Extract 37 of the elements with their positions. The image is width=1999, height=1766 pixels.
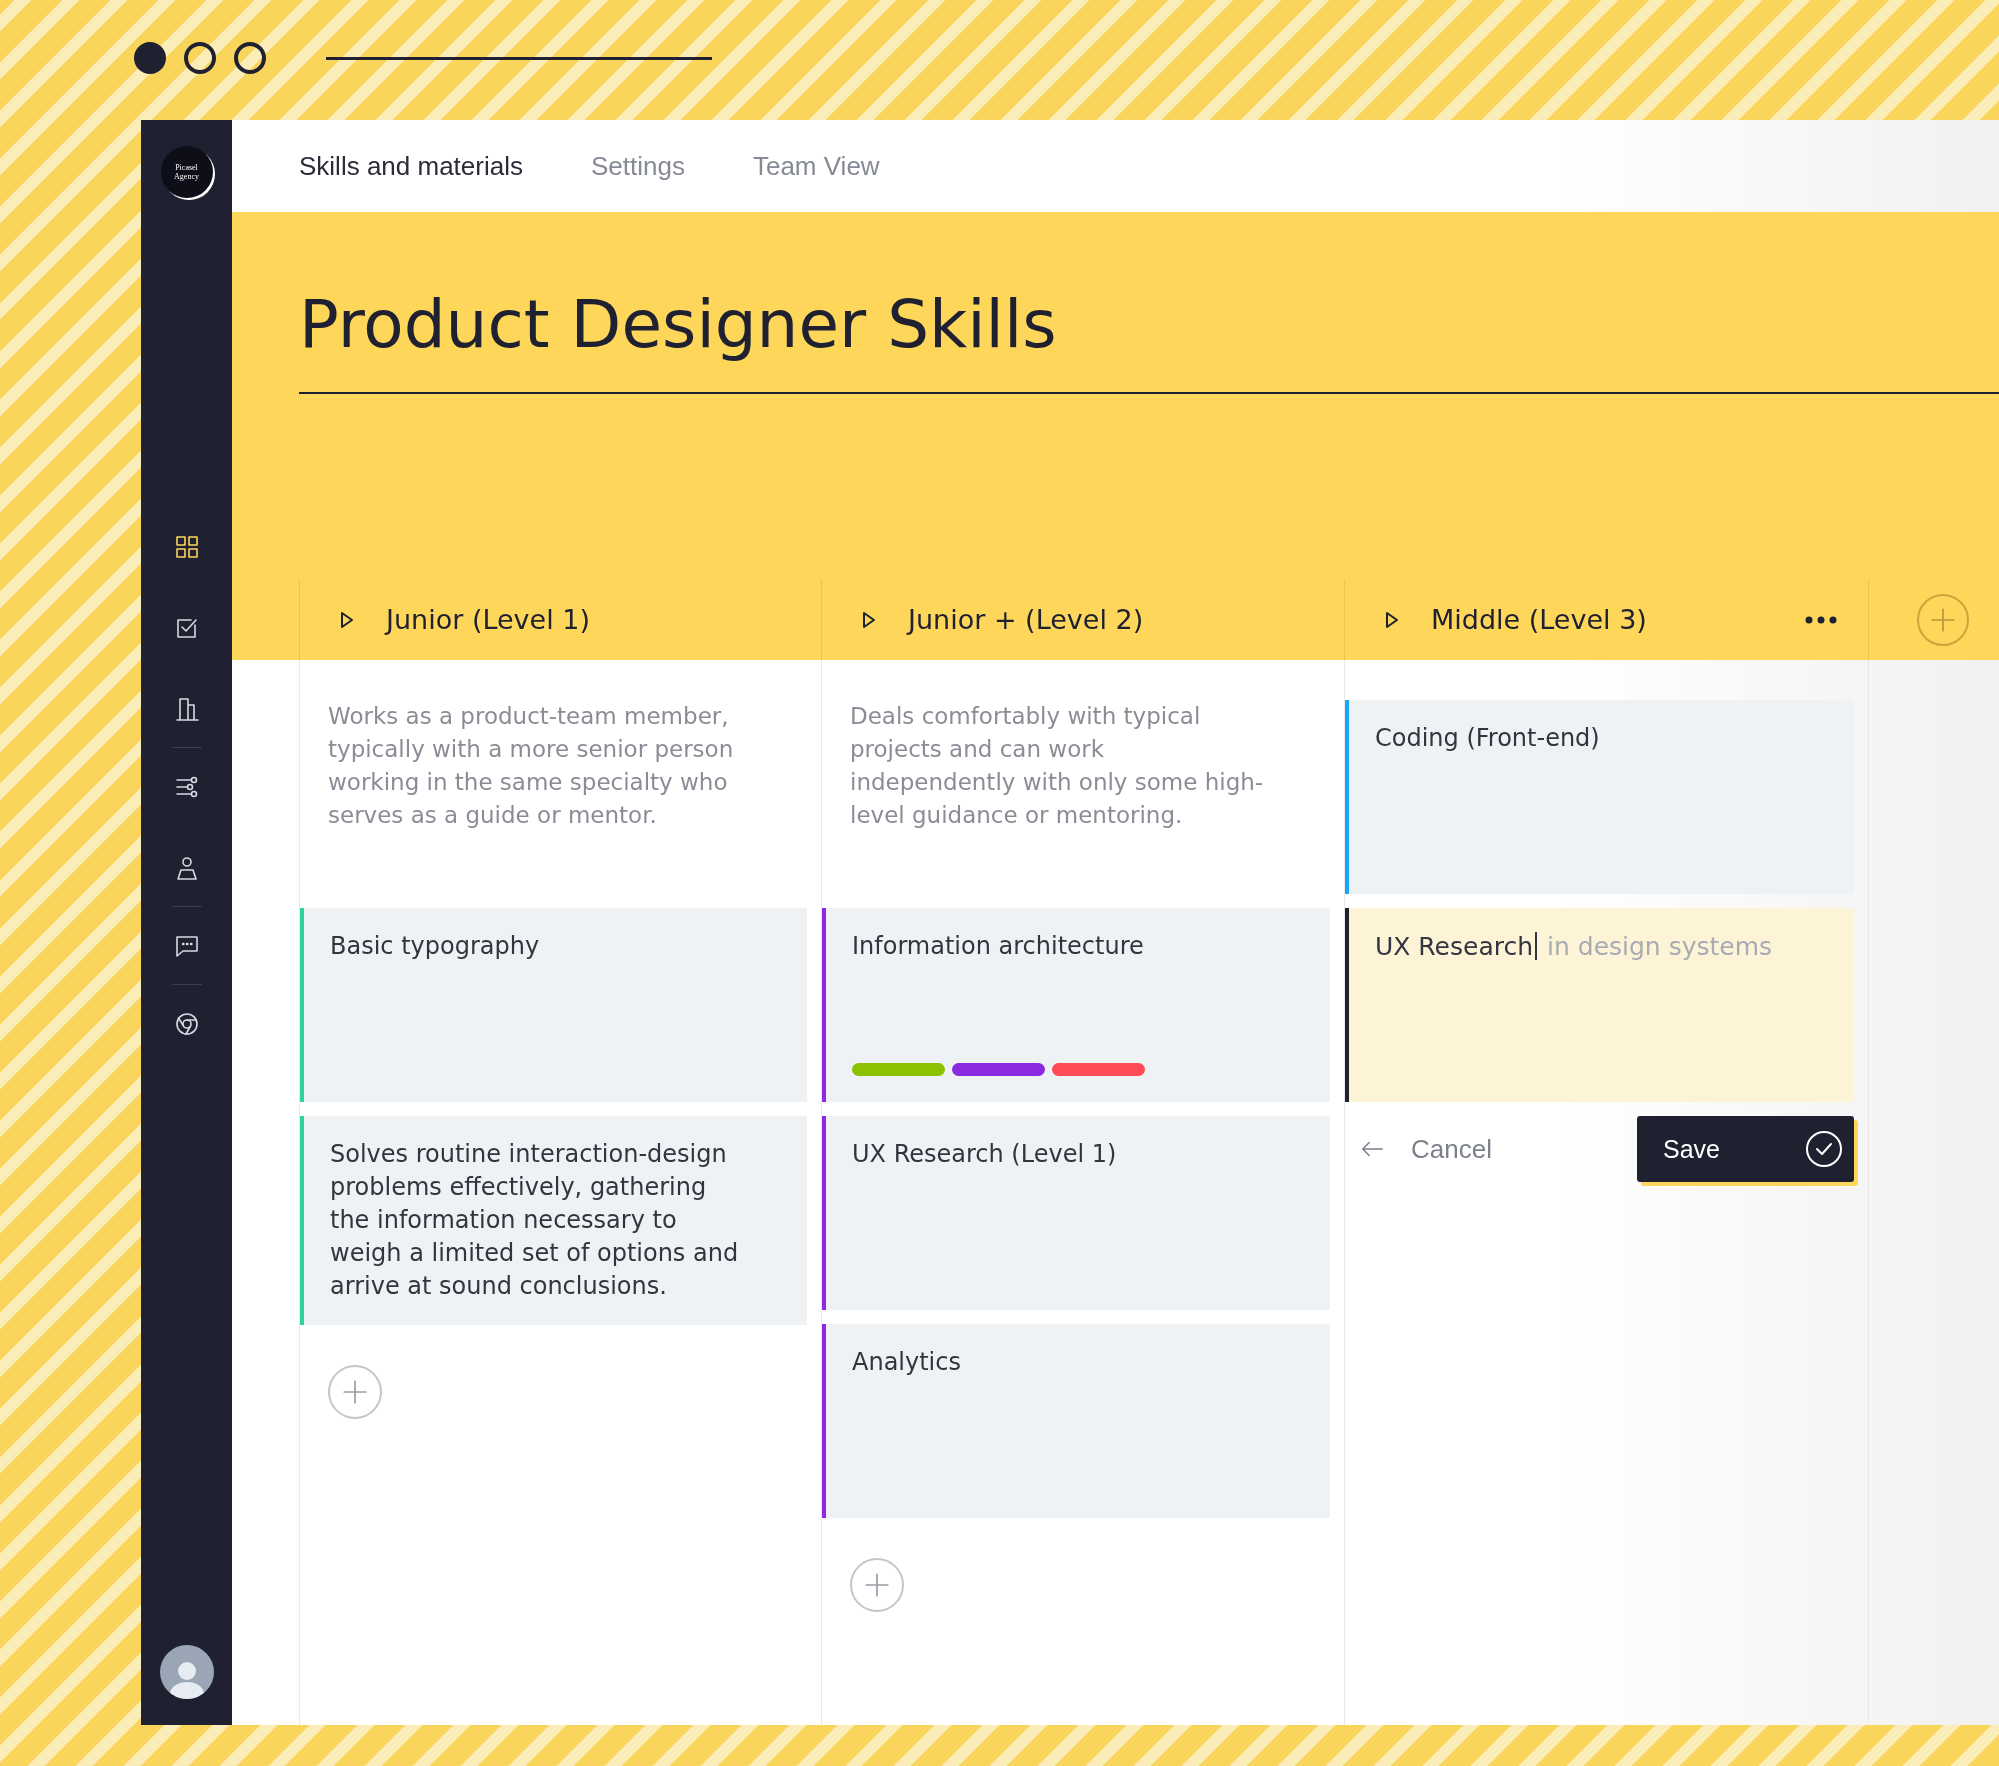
cancel-button[interactable]: Cancel <box>1359 1133 1492 1165</box>
triangle-icon <box>860 610 878 629</box>
triangle-icon <box>338 610 356 629</box>
nav-tab[interactable]: Skills and materials <box>299 146 523 186</box>
window-dot[interactable] <box>134 42 166 74</box>
triangle-icon <box>1383 610 1401 629</box>
level-title: Junior + (Level 2) <box>908 604 1145 635</box>
more-button[interactable] <box>1804 614 1838 625</box>
skill-text: Information architecture <box>852 931 1145 962</box>
text-cursor <box>1535 932 1538 960</box>
check-circle-icon <box>1804 1129 1844 1169</box>
level-description: Deals comfortably with typical projects and can work independently with only some high-level guidance or mentoring. <box>849 702 1265 830</box>
level-title: Middle (Level 3) <box>1431 604 1648 635</box>
skill-text: Basic typography <box>330 931 541 962</box>
window-dot[interactable] <box>234 42 266 74</box>
level-title: Junior (Level 1) <box>386 604 591 635</box>
skill-card[interactable]: Solves routine interaction-design problems effectively, gathering the information necessary to weigh a limited set of options and arrive at sound conclusions. <box>300 1116 807 1325</box>
expand-button[interactable] <box>860 610 878 629</box>
expand-button[interactable] <box>338 610 356 629</box>
skill-card[interactable]: Analytics <box>822 1324 1330 1518</box>
level-description: Works as a product-team member, typically with a more senior person working in the same specialty who serves as a guide or mentor. <box>327 702 735 830</box>
skill-text: UX Research (Level 1) <box>852 1139 1118 1170</box>
skill-card[interactable]: UX Research (Level 1) <box>822 1116 1330 1310</box>
window-dot[interactable] <box>184 42 216 74</box>
expand-button[interactable] <box>1383 610 1401 629</box>
skill-text: Coding (Front-end) <box>1375 723 1601 754</box>
skill-card[interactable]: Coding (Front-end) <box>1345 700 1854 894</box>
skill-input-field[interactable]: UX Research in design systems <box>1345 908 1854 1102</box>
skill-text: Analytics <box>852 1347 962 1378</box>
more-icon <box>1804 614 1838 625</box>
page-title: Product Designer Skills <box>299 292 1999 394</box>
skill-card[interactable]: Information architecture <box>822 908 1330 1102</box>
skill-text: Solves routine interaction-design problems effectively, gathering the information necessary to weigh a limited set of options and arrive at sound conclusions. <box>330 1139 740 1302</box>
logo[interactable]: Picasel Agency <box>160 146 213 198</box>
suggestion-text: in design systems <box>1547 932 1773 961</box>
avatar[interactable] <box>159 1645 214 1699</box>
skill-card[interactable]: Basic typography <box>300 908 807 1102</box>
